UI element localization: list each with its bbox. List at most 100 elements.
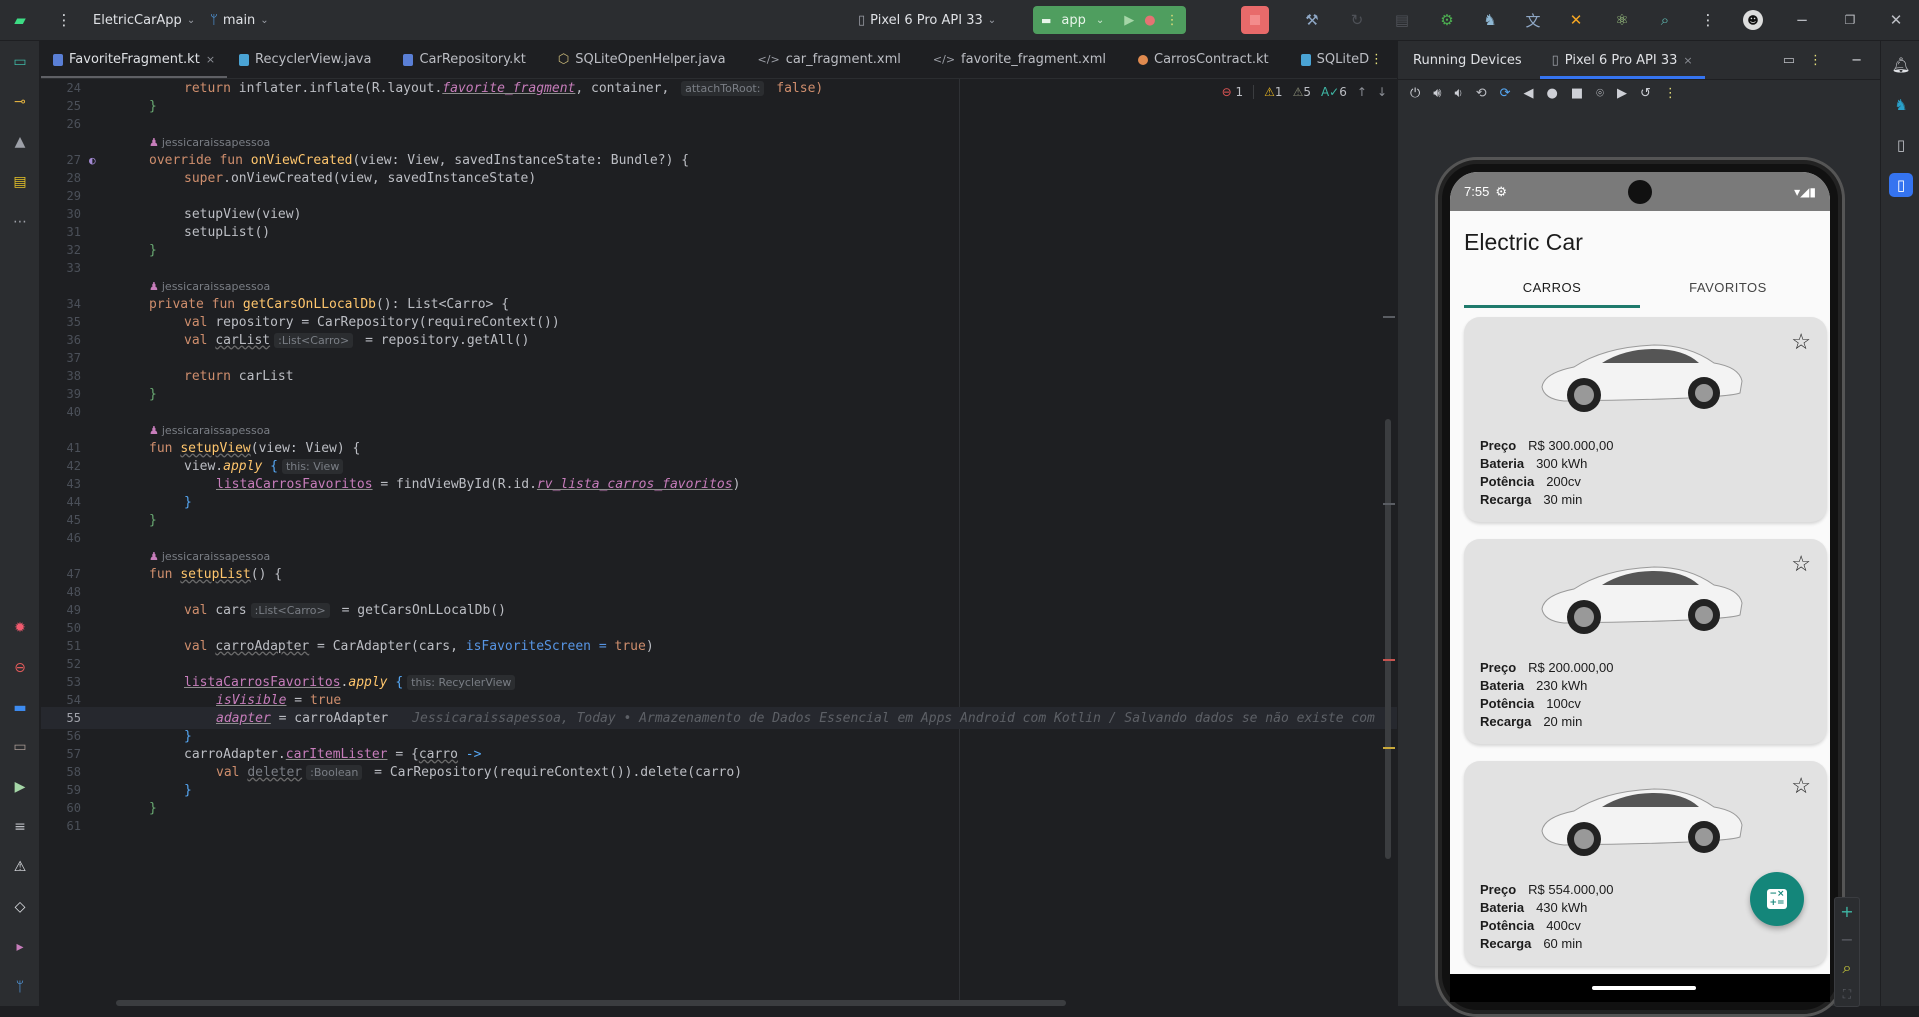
rotate-right-icon[interactable]: ⟳ (1500, 86, 1511, 101)
tabs-more-icon[interactable]: ⋮ (1370, 52, 1383, 67)
device-manager-icon[interactable]: ▯ (1889, 133, 1913, 157)
tab-favorite-fragment-xml[interactable]: </> favorite_fragment.xml (921, 41, 1118, 78)
rotate-left-icon[interactable]: ⟲ (1476, 86, 1487, 101)
screen-record-icon[interactable]: ▶ (1617, 86, 1627, 101)
app-quality-icon[interactable]: ◇ (9, 896, 31, 918)
recarga-label: Recarga (1480, 492, 1532, 507)
atom-icon[interactable]: ⚛ (1612, 10, 1632, 30)
run-tool-icon[interactable]: ▶ (9, 776, 31, 798)
version-control-icon[interactable]: ᛘ (9, 976, 31, 998)
favorite-star-icon[interactable]: ☆ (1791, 773, 1811, 799)
structure-icon[interactable]: ▤ (9, 171, 31, 193)
screenshot-icon[interactable]: ⌾ (1596, 86, 1604, 101)
close-tab-icon[interactable]: × (206, 53, 215, 66)
avatar[interactable]: ☻ (1743, 10, 1763, 30)
android-icon[interactable]: ▰ (10, 10, 30, 30)
recarga-label: Recarga (1480, 936, 1532, 951)
notifications-icon[interactable]: 🔔︎ (1889, 53, 1913, 77)
run-config-selector[interactable]: app (1061, 13, 1085, 28)
fit-screen-icon[interactable]: ⛶ (1843, 987, 1851, 1002)
power-icon[interactable]: ⏻ (1410, 86, 1420, 101)
close-window-icon[interactable]: ✕ (1886, 10, 1906, 30)
gradle-icon[interactable]: ♞ (1889, 93, 1913, 117)
back-icon[interactable]: ◀ (1524, 86, 1534, 101)
sync-gradle-icon[interactable]: ⚙ (1437, 10, 1457, 30)
branch-selector[interactable]: ᛘ main ⌄ (210, 13, 269, 28)
apply-code-changes-icon[interactable]: ▤ (1392, 10, 1412, 30)
editor-horizontal-scrollbar[interactable] (116, 1000, 1066, 1006)
calculate-autonomy-fab[interactable]: −× += (1750, 872, 1804, 926)
editor-tabs: FavoriteFragment.kt × RecyclerView.java … (41, 41, 1397, 79)
panel-options-icon[interactable]: ⋮ (1809, 53, 1822, 68)
main-menu-icon[interactable]: ⋮ (54, 10, 74, 30)
zoom-out-icon[interactable]: − (1840, 930, 1853, 949)
tab-carros-contract[interactable]: CarrosContract.kt (1126, 41, 1281, 78)
more-actions-icon[interactable]: ⋮ (1166, 13, 1179, 28)
device-selector[interactable]: ▯ Pixel 6 Pro API 33 ⌄ (858, 13, 996, 28)
overview-icon[interactable]: ■ (1571, 86, 1583, 101)
stop-button[interactable] (1241, 6, 1269, 34)
author-hint[interactable]: ♟ jessicaraissapessoa (149, 550, 270, 563)
override-gutter-icon[interactable]: ◐ (89, 154, 96, 167)
tab-recyclerview[interactable]: RecyclerView.java (227, 41, 383, 78)
zoom-in-icon[interactable]: + (1840, 902, 1853, 921)
debug-button[interactable]: ● (1144, 13, 1155, 28)
car-card[interactable]: ☆ Preço R$ 300.000,00 Bateria 300 kWh Potênci… (1464, 317, 1827, 522)
tab-label: CarRepository.kt (419, 52, 526, 67)
author-hint[interactable]: ♟ jessicaraissapessoa (149, 280, 270, 293)
car-card[interactable]: ☆ Preço R$ 554.000,00 Bateria 430 kWh Potênci… (1464, 761, 1827, 966)
device-stage: 7:55 ⚙ ▾◢▮ Electric Car CARROS FAVORITOS… (1398, 107, 1881, 1017)
favorite-star-icon[interactable]: ☆ (1791, 329, 1811, 355)
close-tab-icon[interactable]: × (1683, 54, 1692, 67)
layout-icon[interactable]: ▭ (1783, 53, 1795, 68)
author-hint[interactable]: ♟ jessicaraissapessoa (149, 136, 270, 149)
tab-car-repository[interactable]: CarRepository.kt (391, 41, 537, 78)
tab-favorite-fragment[interactable]: FavoriteFragment.kt × (41, 41, 228, 78)
apply-changes-icon[interactable]: ↻ (1347, 10, 1367, 30)
restore-icon[interactable]: ❐ (1840, 10, 1860, 30)
hide-panel-icon[interactable]: − (1851, 53, 1862, 68)
tab-car-fragment-xml[interactable]: </> car_fragment.xml (746, 41, 913, 78)
running-devices-icon[interactable]: ▯ (1889, 173, 1913, 197)
profiler-icon[interactable]: ⊖ (9, 657, 31, 679)
debug-icon[interactable]: ✹ (9, 617, 31, 639)
translate-icon[interactable]: 文 (1523, 10, 1543, 30)
terminal-icon[interactable]: ▸ (9, 936, 31, 958)
volume-down-icon[interactable]: 🔉︎ (1455, 86, 1463, 101)
zoom-actual-icon[interactable]: ⌕ (1843, 958, 1852, 978)
editor-vertical-scrollbar[interactable] (1385, 419, 1391, 859)
tab-sqlite-open-helper[interactable]: ⬡ SQLiteOpenHelper.java (546, 41, 738, 78)
favorite-star-icon[interactable]: ☆ (1791, 551, 1811, 577)
resource-manager-icon[interactable]: ▲ (9, 131, 31, 153)
preco-value: R$ 554.000,00 (1528, 882, 1614, 897)
logcat-icon[interactable]: ▬ (9, 697, 31, 719)
device-tab[interactable]: ▯ Pixel 6 Pro API 33 × (1539, 41, 1705, 79)
build-output-icon[interactable]: ≡ (9, 816, 31, 838)
tab-carros[interactable]: CARROS (1464, 270, 1640, 308)
project-view-icon[interactable]: ▭ (9, 51, 31, 73)
car-card[interactable]: ☆ Preço R$ 200.000,00 Bateria 230 kWh Potênci… (1464, 539, 1827, 744)
more-device-actions-icon[interactable]: ⋮ (1664, 86, 1677, 101)
app-inspection-icon[interactable]: ▭ (9, 736, 31, 758)
minimize-icon[interactable]: − (1792, 10, 1812, 30)
volume-up-icon[interactable]: 🔊︎ (1433, 86, 1441, 101)
phone-screen[interactable]: 7:55 ⚙ ▾◢▮ Electric Car CARROS FAVORITOS… (1450, 172, 1830, 1002)
code-editor[interactable]: ⊖ 1 ⚠1 ⚠5 A✓6 ↑ ↓ 24 return inflater.infl… (41, 79, 1397, 1006)
more-icon[interactable]: ⋮ (1698, 10, 1718, 30)
project-selector[interactable]: EletricCarApp ⌄ (93, 13, 195, 28)
gradle-elephant-icon[interactable]: ♞ (1480, 10, 1500, 30)
search-icon[interactable]: ⌕ (1655, 10, 1675, 30)
build-hammer-icon[interactable]: ⚒ (1302, 10, 1322, 30)
commit-icon[interactable]: ⊸ (9, 91, 31, 113)
home-icon[interactable]: ● (1547, 86, 1558, 101)
more-tools-icon[interactable]: ⋯ (9, 211, 31, 233)
tab-sqlite-d[interactable]: SQLiteD (1289, 41, 1381, 78)
tools-icon[interactable]: ✕ (1566, 10, 1586, 30)
home-gesture-handle[interactable] (1592, 986, 1696, 990)
tab-favoritos[interactable]: FAVORITOS (1640, 270, 1816, 306)
problems-icon[interactable]: ⚠ (9, 856, 31, 878)
left-tool-strip: ▭ ⊸ ▲ ▤ ⋯ ✹ ⊖ ▬ ▭ ▶ ≡ ⚠ ◇ ▸ ᛘ (0, 41, 40, 1006)
snapshot-icon[interactable]: ↺ (1640, 86, 1651, 101)
run-button[interactable]: ▶ (1124, 13, 1134, 28)
author-hint[interactable]: ♟ jessicaraissapessoa (149, 424, 270, 437)
